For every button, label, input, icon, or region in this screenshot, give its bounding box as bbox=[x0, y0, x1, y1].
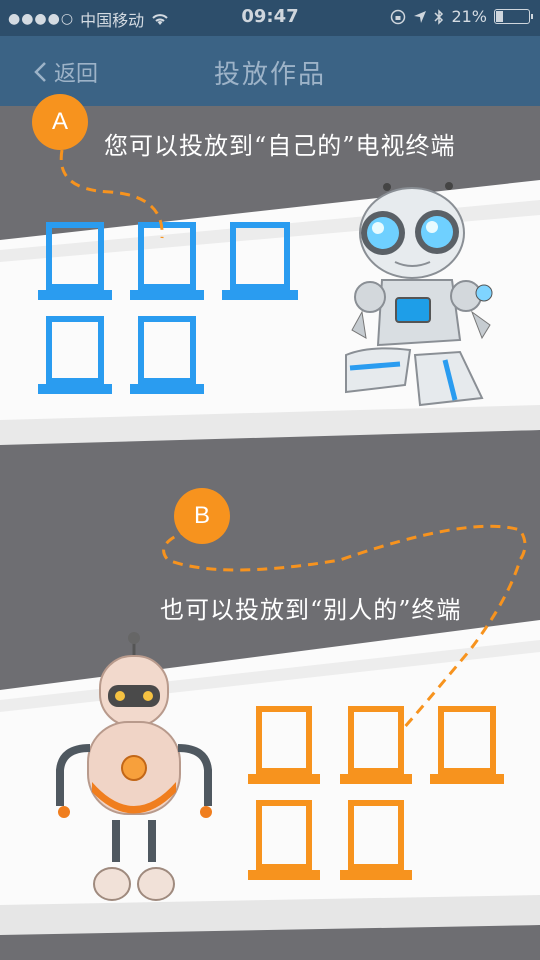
dashed-connectors bbox=[59, 149, 527, 732]
